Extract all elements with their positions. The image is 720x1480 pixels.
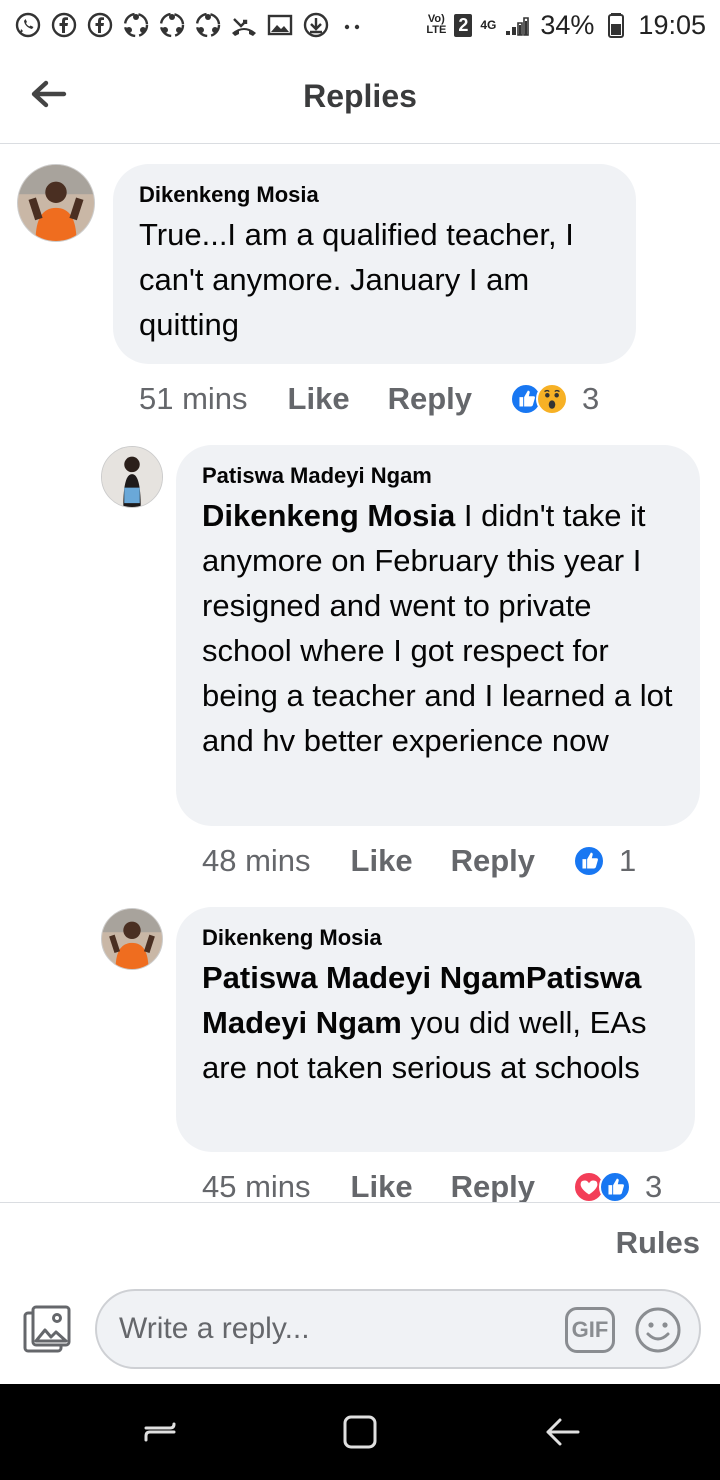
- download-icon: [302, 11, 330, 39]
- back-arrow-icon[interactable]: [28, 74, 68, 114]
- missed-call-icon: [230, 11, 258, 39]
- system-navigation-bar: [0, 1384, 720, 1480]
- facebook-icon: [86, 11, 114, 39]
- avatar[interactable]: [101, 446, 163, 508]
- clock: 19:05: [638, 9, 706, 40]
- volte-indicator: Vo) LTE: [426, 13, 447, 36]
- reaction-summary[interactable]: 3: [510, 381, 599, 417]
- comment-text: Patiswa Madeyi NgamPatiswa Madeyi Ngam y…: [202, 955, 671, 1090]
- reply-button[interactable]: Reply: [388, 381, 472, 417]
- comment-author[interactable]: Dikenkeng Mosia: [139, 182, 612, 208]
- wow-reaction-icon: [536, 383, 568, 415]
- rules-link[interactable]: Rules: [616, 1225, 700, 1261]
- comment-body: True...I am a qualified teacher, I can't…: [139, 217, 574, 342]
- comment-actions: 48 mins Like Reply 1: [202, 841, 636, 881]
- avatar[interactable]: [101, 908, 163, 970]
- comment-timestamp: 51 mins: [139, 381, 248, 416]
- recent-apps-icon[interactable]: [140, 1412, 180, 1452]
- reaction-count: 3: [582, 381, 600, 416]
- battery-icon: [602, 11, 630, 39]
- header: Replies: [0, 50, 720, 144]
- more-notifications-icon: [338, 11, 366, 39]
- mention-link[interactable]: Dikenkeng Mosia: [202, 498, 455, 533]
- like-button[interactable]: Like: [351, 843, 413, 879]
- comment-text: Dikenkeng Mosia I didn't take it anymore…: [202, 493, 676, 763]
- network-type: 4G: [480, 18, 497, 32]
- reaction-summary[interactable]: 3: [573, 1169, 662, 1202]
- comment-timestamp: 48 mins: [202, 843, 311, 878]
- reply-button[interactable]: Reply: [451, 1169, 535, 1202]
- reaction-count: 1: [619, 843, 637, 878]
- sync-icon: [122, 11, 150, 39]
- back-nav-icon[interactable]: [542, 1412, 582, 1452]
- facebook-icon: [50, 11, 78, 39]
- image-icon: [266, 11, 294, 39]
- page-title: Replies: [303, 78, 417, 114]
- photo-icon[interactable]: [20, 1303, 74, 1357]
- signal-icon: [504, 11, 532, 39]
- replies-thread[interactable]: Dikenkeng Mosia True...I am a qualified …: [0, 145, 720, 1202]
- gif-button[interactable]: GIF: [565, 1307, 615, 1353]
- comment-text: True...I am a qualified teacher, I can't…: [139, 212, 612, 347]
- reaction-summary[interactable]: 1: [573, 843, 636, 879]
- comment-bubble[interactable]: Patiswa Madeyi Ngam Dikenkeng Mosia I di…: [176, 445, 700, 826]
- notification-icons: [14, 11, 366, 39]
- like-reaction-icon: [573, 845, 605, 877]
- reply-input[interactable]: [119, 1312, 539, 1346]
- sync-icon: [158, 11, 186, 39]
- sim-indicator: 2: [454, 13, 473, 37]
- home-icon[interactable]: [340, 1412, 380, 1452]
- reply-composer[interactable]: GIF: [95, 1289, 701, 1369]
- emoji-icon[interactable]: [633, 1305, 683, 1355]
- comment-author[interactable]: Dikenkeng Mosia: [202, 925, 671, 951]
- reply-button[interactable]: Reply: [451, 843, 535, 879]
- reply-footer: Rules GIF: [0, 1202, 720, 1384]
- comment-timestamp: 45 mins: [202, 1169, 311, 1202]
- like-button[interactable]: Like: [288, 381, 350, 417]
- reaction-count: 3: [645, 1169, 663, 1202]
- comment-bubble[interactable]: Dikenkeng Mosia True...I am a qualified …: [113, 164, 636, 364]
- comment-actions: 45 mins Like Reply 3: [202, 1167, 662, 1202]
- avatar[interactable]: [17, 164, 95, 242]
- like-button[interactable]: Like: [351, 1169, 413, 1202]
- comment-body: I didn't take it anymore on February thi…: [202, 498, 673, 758]
- comment-bubble[interactable]: Dikenkeng Mosia Patiswa Madeyi NgamPatis…: [176, 907, 695, 1152]
- whatsapp-icon: [14, 11, 42, 39]
- system-status: Vo) LTE 2 4G 34% 19:05: [426, 10, 706, 41]
- sync-icon: [194, 11, 222, 39]
- like-reaction-icon: [599, 1171, 631, 1202]
- comment-actions: 51 mins Like Reply 3: [139, 379, 599, 419]
- status-bar: Vo) LTE 2 4G 34% 19:05: [0, 0, 720, 50]
- battery-percent: 34%: [540, 9, 595, 40]
- comment-author[interactable]: Patiswa Madeyi Ngam: [202, 463, 676, 489]
